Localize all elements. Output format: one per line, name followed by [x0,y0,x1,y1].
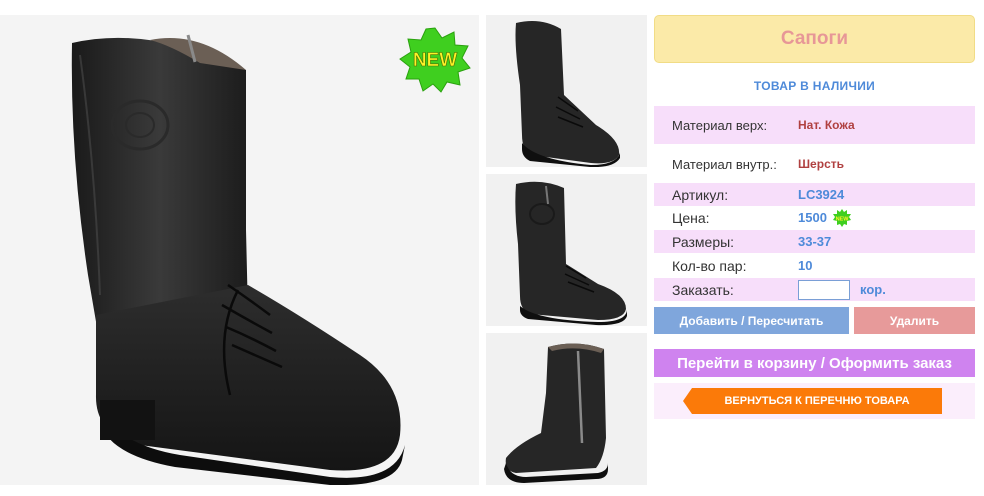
order-unit: кор. [860,282,886,297]
price-value: 1500 [798,210,827,225]
product-page: NEW Сапоги ТОВАР В НАЛИЧИИ Материал верх… [0,0,984,496]
spec-label: Материал внутр.: [672,156,777,172]
order-label: Заказать: [672,281,734,298]
spec-row-upper-material: Материал верх: Нат. Кожа [654,106,975,144]
order-row: Заказать: кор. [654,278,975,301]
go-to-cart-button[interactable]: Перейти в корзину / Оформить заказ [654,349,975,377]
price-label: Цена: [672,209,710,226]
delete-button[interactable]: Удалить [854,307,975,334]
new-badge-label: NEW [413,50,457,71]
new-starburst-icon: NEW [399,27,471,93]
thumbnail-2[interactable] [486,174,647,326]
price-row: Цена: 1500 NEW [654,206,975,229]
spec-value: Нат. Кожа [798,118,855,132]
article-row: Артикул: LC3924 [654,183,975,206]
product-title: Сапоги [654,15,975,63]
pairs-value: 10 [798,258,813,273]
new-badge: NEW [398,26,472,94]
order-quantity-input[interactable] [798,279,850,300]
add-recalculate-button[interactable]: Добавить / Пересчитать [654,307,849,334]
pairs-row: Кол-во пар: 10 [654,254,975,277]
spec-label: Материал верх: [672,117,768,133]
mini-new-badge-label: NEW [836,216,850,222]
spec-row-inner-material: Материал внутр.: Шерсть [654,145,975,183]
thumbnail-3[interactable] [486,333,647,485]
back-to-list-button[interactable]: ВЕРНУТЬСЯ К ПЕРЕЧНЮ ТОВАРА [683,388,942,414]
sizes-row: Размеры: 33-37 [654,230,975,253]
back-to-list-label: ВЕРНУТЬСЯ К ПЕРЕЧНЮ ТОВАРА [724,395,910,407]
product-info-panel: Сапоги ТОВАР В НАЛИЧИИ Материал верх: На… [654,15,975,419]
article-value: LC3924 [798,187,845,202]
thumbnail-1[interactable] [486,15,647,167]
arrow-left-icon [683,388,692,414]
boot-thumb-angle-image [515,21,620,167]
boot-thumb-front-image [515,181,627,326]
mini-new-badge-icon: NEW [832,208,851,227]
article-label: Артикул: [672,186,729,203]
spec-value: Шерсть [798,157,844,171]
sizes-label: Размеры: [672,233,735,250]
stock-status: ТОВАР В НАЛИЧИИ [753,79,876,93]
pairs-label: Кол-во пар: [672,257,747,274]
back-button-area: ВЕРНУТЬСЯ К ПЕРЕЧНЮ ТОВАРА [654,383,975,419]
sizes-value: 33-37 [798,234,832,249]
boot-thumb-inner-zip-image [504,343,608,483]
